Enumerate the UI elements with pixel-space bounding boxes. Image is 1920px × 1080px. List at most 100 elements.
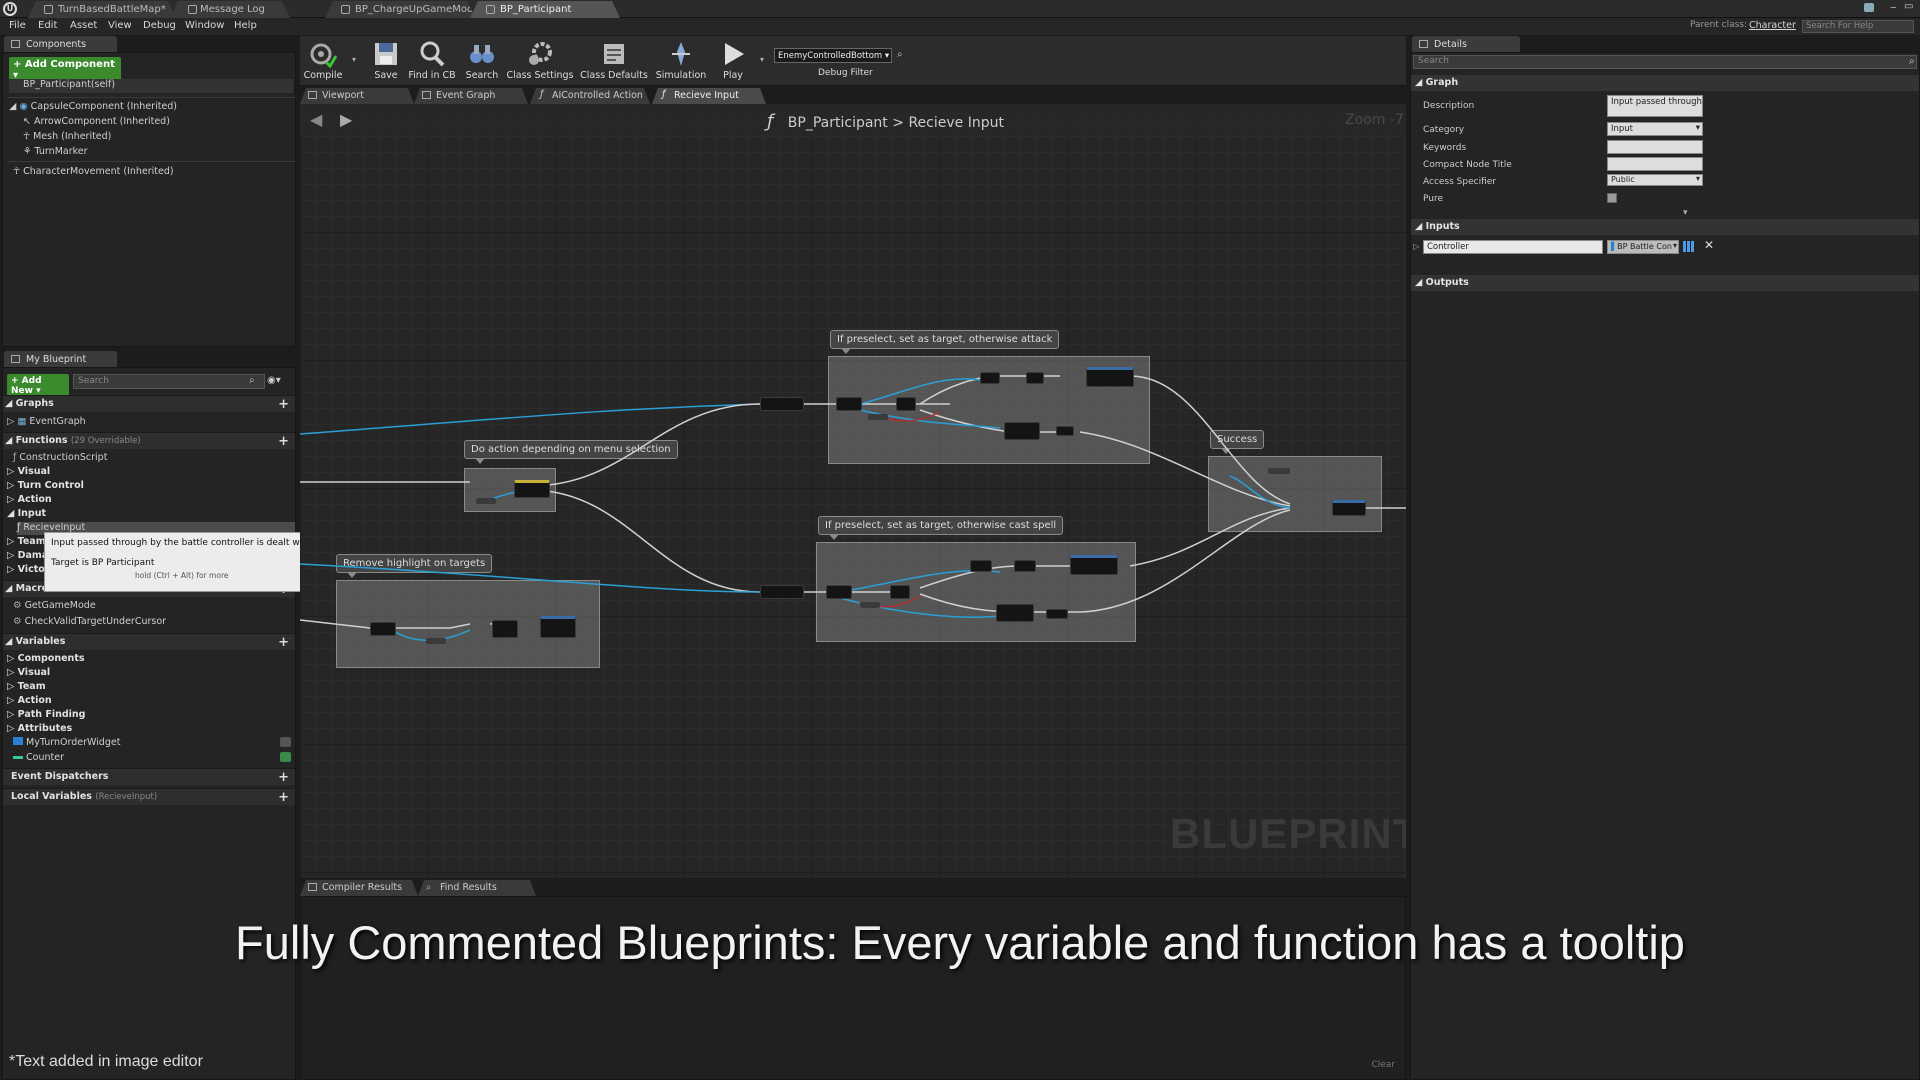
variable-myturnorderwidget[interactable]: MyTurnOrderWidget (13, 737, 120, 748)
graph-node[interactable] (1046, 609, 1068, 619)
add-graph-icon[interactable]: + (278, 397, 289, 412)
section-functions[interactable]: ◢ Functions (29 Overridable) + (3, 432, 295, 449)
tab-bp-chargeupgamemode[interactable]: BP_ChargeUpGameMode (325, 1, 475, 18)
section-variables[interactable]: ◢ Variables + (3, 633, 295, 650)
parent-class-value[interactable]: Character (1749, 20, 1796, 31)
section-graphs[interactable]: ◢ Graphs + (3, 395, 295, 412)
tab-viewport[interactable]: Viewport (300, 88, 414, 104)
graph-node[interactable] (890, 585, 910, 599)
menu-file[interactable]: File (9, 20, 26, 31)
macro-getgamemode[interactable]: ⚙ GetGameMode (13, 600, 96, 611)
view-options-icon[interactable]: ◉▾ (267, 375, 281, 386)
details-search-input[interactable]: Search (1413, 55, 1917, 69)
expand-advanced-icon[interactable]: ▾ (1683, 208, 1688, 218)
graph-canvas[interactable]: ◀ ▶ ƒ BP_Participant > Recieve Input Zoo… (300, 104, 1406, 878)
tree-item-mesh[interactable]: ☥ Mesh (Inherited) (23, 131, 111, 142)
graph-node[interactable] (760, 397, 804, 411)
category-combo[interactable]: Input ▾ (1607, 122, 1703, 136)
graph-node[interactable] (980, 372, 1000, 384)
debug-filter-select[interactable]: EnemyControlledBottom ▾ (774, 48, 892, 63)
graph-node[interactable] (1014, 560, 1036, 572)
var-category-components[interactable]: ▷ Components (7, 653, 85, 664)
simulation-button[interactable]: Simulation (654, 38, 708, 82)
class-defaults-button[interactable]: Class Defaults (580, 38, 648, 82)
search-icon[interactable]: ⌕ (249, 375, 255, 386)
tab-message-log[interactable]: Message Log (170, 1, 290, 18)
graph-node[interactable] (540, 616, 576, 638)
var-category-attributes[interactable]: ▷ Attributes (7, 723, 72, 734)
unreal-logo-icon[interactable]: U (3, 2, 17, 16)
graph-node[interactable] (1332, 500, 1366, 516)
graph-node[interactable] (1004, 422, 1040, 440)
tree-item-charactermovement[interactable]: ☥ CharacterMovement (Inherited) (13, 166, 174, 177)
graph-node[interactable] (1086, 367, 1134, 387)
graph-node[interactable] (826, 585, 852, 599)
event-graph-item[interactable]: ▷ ▦ EventGraph (7, 416, 86, 427)
graph-node[interactable] (860, 602, 880, 608)
category-input[interactable]: ◢ Input (7, 508, 46, 519)
blueprint-search-input[interactable]: Search (73, 374, 265, 389)
container-type-icon[interactable] (1683, 241, 1694, 252)
menu-window[interactable]: Window (185, 20, 224, 31)
clear-button[interactable]: Clear (1371, 1060, 1395, 1070)
tab-turnbasedbattlemap[interactable]: TurnBasedBattleMap* (28, 1, 176, 18)
graph-node[interactable] (1056, 426, 1074, 436)
tree-item-capsule[interactable]: ◢ ◉ CapsuleComponent (Inherited) (9, 101, 177, 112)
tab-bp-participant[interactable]: BP_Participant (470, 1, 620, 18)
access-specifier-select[interactable]: Public ▾ (1607, 174, 1703, 186)
tab-aicontrolled-action[interactable]: ƒ AIControlled Action (530, 88, 650, 104)
graph-node[interactable] (514, 480, 550, 498)
pure-checkbox[interactable] (1607, 193, 1617, 203)
description-field[interactable]: Input passed through b (1607, 95, 1703, 117)
compact-node-title-field[interactable] (1607, 157, 1703, 171)
keywords-field[interactable] (1607, 140, 1703, 154)
macro-checkvalidtarget[interactable]: ⚙ CheckValidTargetUnderCursor (13, 616, 166, 627)
section-inputs[interactable]: ◢ Inputs (1411, 219, 1919, 235)
compile-button[interactable]: Compile (296, 38, 350, 82)
graph-node[interactable] (476, 498, 496, 504)
expand-input-icon[interactable]: ▷ (1413, 242, 1419, 251)
section-outputs[interactable]: ◢ Outputs (1411, 275, 1919, 291)
tab-find-results[interactable]: ⌕ Find Results (418, 880, 536, 896)
category-turn-control[interactable]: ▷ Turn Control (7, 480, 84, 491)
remove-input-icon[interactable]: ✕ (1704, 238, 1714, 252)
var-category-action[interactable]: ▷ Action (7, 695, 52, 706)
menu-asset[interactable]: Asset (70, 20, 97, 31)
category-visual[interactable]: ▷ Visual (7, 466, 50, 477)
graph-node[interactable] (370, 622, 396, 636)
add-function-icon[interactable]: + (278, 434, 289, 449)
construction-script-item[interactable]: ƒ ConstructionScript (13, 452, 107, 463)
section-graph[interactable]: ◢ Graph (1411, 75, 1919, 91)
class-settings-button[interactable]: Class Settings (506, 38, 574, 82)
help-search-input[interactable]: Search For Help (1802, 20, 1914, 33)
details-tab[interactable]: Details (1412, 36, 1520, 52)
notification-icon[interactable] (1864, 3, 1874, 12)
add-dispatcher-icon[interactable]: + (278, 770, 289, 785)
tab-event-graph[interactable]: Event Graph (414, 88, 528, 104)
add-variable-icon[interactable]: + (278, 635, 289, 650)
self-item[interactable]: BP_Participant(self) (9, 79, 293, 93)
menu-help[interactable]: Help (234, 20, 257, 31)
category-action[interactable]: ▷ Action (7, 494, 52, 505)
visibility-toggle-icon[interactable] (280, 752, 291, 762)
add-local-variable-icon[interactable]: + (278, 790, 289, 805)
category-team[interactable]: ▷ Team (7, 536, 46, 547)
tab-compiler-results[interactable]: Compiler Results (300, 880, 418, 896)
graph-node[interactable] (492, 620, 518, 638)
debug-filter-search-icon[interactable]: ⌕ (897, 49, 903, 60)
search-button[interactable]: Search (455, 38, 509, 82)
graph-node[interactable] (1268, 468, 1290, 474)
menu-edit[interactable]: Edit (38, 20, 57, 31)
visibility-toggle-icon[interactable] (280, 737, 291, 747)
minimize-icon[interactable]: ‒ (1890, 2, 1896, 13)
var-category-visual[interactable]: ▷ Visual (7, 667, 50, 678)
find-in-cb-button[interactable]: Find in CB (405, 38, 459, 82)
graph-node[interactable] (1070, 555, 1118, 575)
graph-node[interactable] (996, 604, 1034, 622)
graph-node[interactable] (760, 585, 804, 599)
variable-counter[interactable]: Counter (13, 752, 64, 763)
tab-recieve-input[interactable]: ƒ Recieve Input (652, 88, 766, 104)
tree-item-turnmarker[interactable]: ⚘ TurnMarker (23, 146, 88, 157)
section-event-dispatchers[interactable]: Event Dispatchers + (3, 768, 295, 785)
menu-view[interactable]: View (108, 20, 132, 31)
